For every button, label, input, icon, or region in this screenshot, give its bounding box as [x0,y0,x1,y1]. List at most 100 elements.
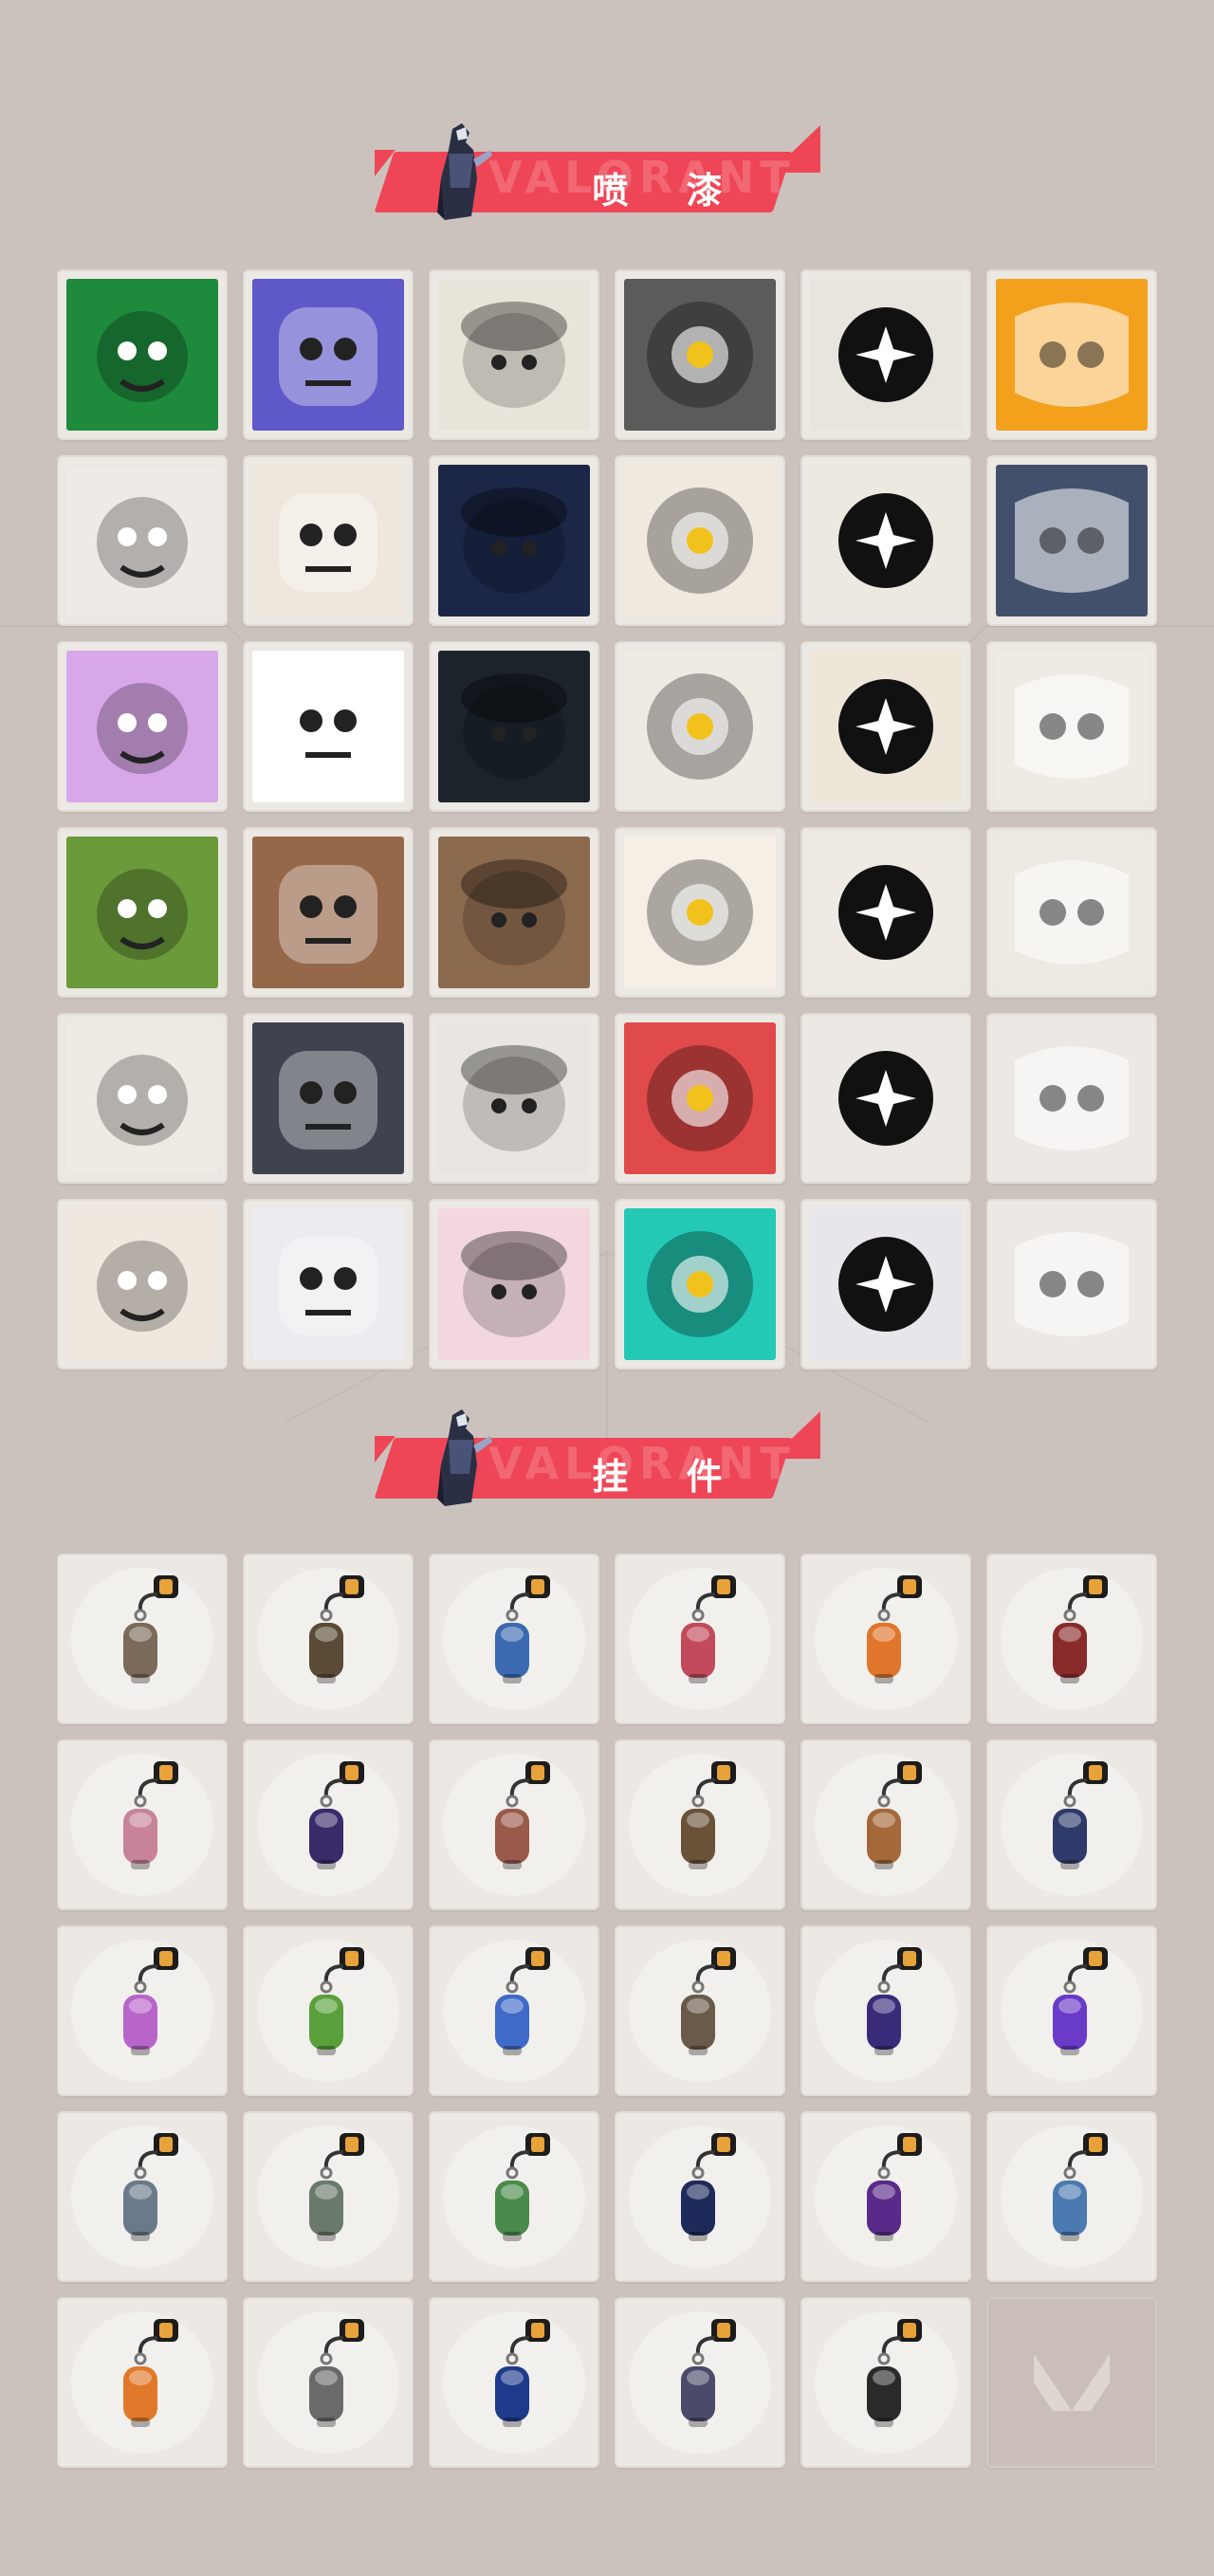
gas-mask-soldier-icon [97,311,188,402]
spray-tile[interactable] [615,641,785,812]
buddy-tile[interactable] [986,1554,1157,1724]
spray-tile[interactable] [429,1199,599,1370]
buddy-tile[interactable] [429,2111,599,2282]
spray-tile[interactable] [243,827,414,998]
orange-dial-icon [461,673,567,780]
bearded-agent-icon [838,679,933,774]
buddy-tile[interactable] [57,2297,228,2468]
crying-mole-spray [438,837,590,988]
buddy-tile[interactable] [57,1554,228,1724]
empty-slot-tile [986,2297,1157,2468]
buddy-tile[interactable] [429,1925,599,2096]
sleepy-cat-icon [647,488,753,594]
green-crate-spray [66,837,218,988]
masked-ninja-icon [1015,488,1129,593]
buddy-tile[interactable] [243,1554,414,1724]
spray-tile[interactable] [800,827,971,998]
spray-tile[interactable] [800,269,971,440]
buddy-tile[interactable] [986,1739,1157,1910]
buddy-tile[interactable] [615,1925,785,2096]
buddy-tile[interactable] [243,1925,414,2096]
chevron-stripes-icon [461,488,567,594]
raccoon-spray [624,651,776,802]
spray-tile[interactable] [57,1199,228,1370]
spray-tile[interactable] [615,1013,785,1184]
spray-tile[interactable] [615,827,785,998]
buddy-tile[interactable] [57,2111,228,2282]
buddy-tile[interactable] [986,2111,1157,2282]
grey-cat-buddy [257,2311,399,2454]
v-coin-icon [867,2319,922,2427]
spray-tile[interactable] [800,641,971,812]
chevron-stripes-spray [438,465,590,616]
spray-tile[interactable] [800,1199,971,1370]
ep9-medal-2-icon [867,1947,922,2055]
spray-tile[interactable] [429,269,599,440]
spray-tile[interactable] [429,1013,599,1184]
spray-tile[interactable] [57,269,228,440]
bandaid-kid-icon [1015,674,1129,779]
spray-tile[interactable] [615,455,785,626]
goggles-dog-spray [252,465,404,616]
buddy-tile[interactable] [57,1739,228,1910]
spray-tile[interactable] [57,455,228,626]
braided-cord-icon [1053,1575,1108,1684]
spray-tile[interactable] [615,1199,785,1370]
spray-tile[interactable] [243,269,414,440]
cardboard-box-icon [867,1761,922,1869]
green-crate-icon [97,869,188,960]
gas-mask-soldier-spray [66,279,218,431]
orange-cat-buddy [71,2311,213,2454]
clown-face-spray [252,651,404,802]
buddy-tile[interactable] [800,2111,971,2282]
buddy-tile[interactable] [800,1739,971,1910]
buddy-tile[interactable] [800,2297,971,2468]
spray-tile[interactable] [243,1199,414,1370]
spray-tile[interactable] [243,1013,414,1184]
spray-tile[interactable] [986,641,1157,812]
spray-tile[interactable] [429,827,599,998]
sprays-title: 喷 漆 [592,170,745,212]
pistol-icon [681,1761,736,1869]
buddy-tile[interactable] [57,1925,228,2096]
tassel-figure-icon [1053,1761,1108,1869]
spray-tile[interactable] [986,827,1157,998]
spray-tile[interactable] [243,455,414,626]
spray-tile[interactable] [57,641,228,812]
ep8-medal-2-icon [495,2319,550,2427]
buddy-tile[interactable] [800,1554,971,1724]
spray-tile[interactable] [57,1013,228,1184]
beanie-bird-icon [461,302,567,408]
buddy-tile[interactable] [615,1739,785,1910]
orange-cat-icon [123,2319,178,2427]
buddy-tile[interactable] [243,1739,414,1910]
buddy-tile[interactable] [800,1925,971,2096]
buddy-tile[interactable] [243,2297,414,2468]
buddy-tile[interactable] [986,1925,1157,2096]
buddy-tile[interactable] [243,2111,414,2282]
spray-tile[interactable] [615,269,785,440]
cupcake-buddy [71,1754,213,1896]
buddy-tile[interactable] [615,2297,785,2468]
buddy-tile[interactable] [615,1554,785,1724]
spray-tile[interactable] [800,1013,971,1184]
spray-tile[interactable] [429,641,599,812]
ep9-medal-buddy [257,1754,399,1896]
red-sword-buddy [629,1568,771,1710]
spray-tile[interactable] [429,455,599,626]
green-eyes-spray [252,837,404,988]
buddy-tile[interactable] [429,1739,599,1910]
blue-hair-agent-spray [252,1208,404,1360]
spray-tile[interactable] [986,1013,1157,1184]
spray-tile[interactable] [986,1199,1157,1370]
buddy-tile[interactable] [615,2111,785,2282]
spray-tile[interactable] [57,827,228,998]
spray-tile[interactable] [243,641,414,812]
spray-tile[interactable] [800,455,971,626]
spray-tile[interactable] [986,455,1157,626]
spray-tile[interactable] [986,269,1157,440]
buddy-tile[interactable] [429,2297,599,2468]
buddy-tile[interactable] [429,1554,599,1724]
agent-figure-icon [437,123,492,220]
red-x-button-icon [1015,1046,1129,1150]
